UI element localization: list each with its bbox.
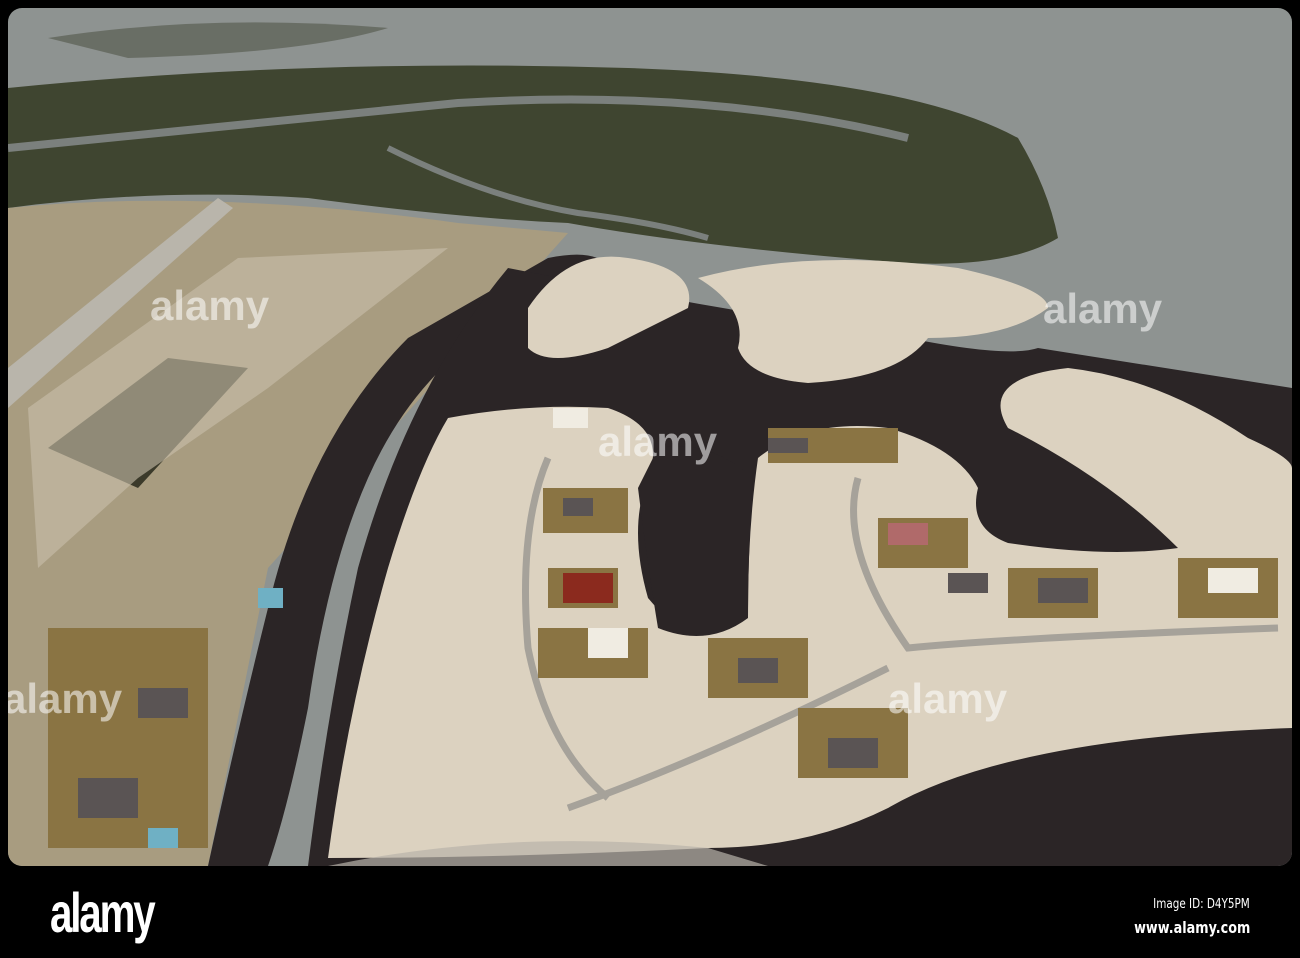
svg-text:alamy: alamy — [8, 675, 123, 722]
svg-text:alamy: alamy — [888, 675, 1008, 722]
image-id: Image ID: D4Y5PM — [1153, 897, 1250, 912]
svg-text:alamy: alamy — [1043, 285, 1163, 332]
svg-text:alamy: alamy — [150, 282, 270, 329]
website-link[interactable]: www.alamy.com — [1134, 918, 1250, 937]
aerial-photo: alamy alamy alamy alamy alamy — [8, 8, 1292, 866]
alamy-logo: alamy — [50, 881, 156, 944]
svg-text:alamy: alamy — [598, 418, 718, 465]
aerial-photo-canvas: alamy alamy alamy alamy alamy — [8, 8, 1292, 866]
